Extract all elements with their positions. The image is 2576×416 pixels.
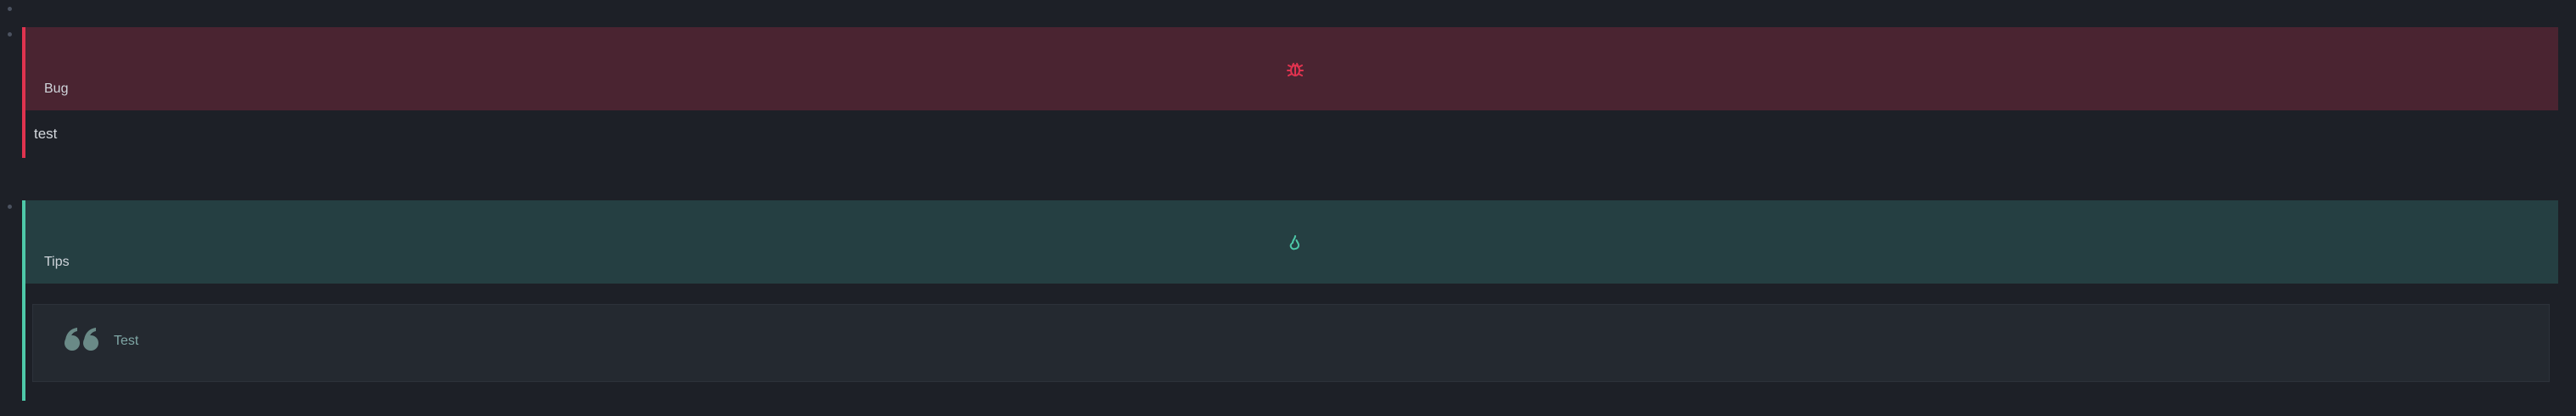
callout-header[interactable]: Tips xyxy=(25,200,2558,284)
callout-title: Tips xyxy=(44,255,70,269)
collapse-handle-top[interactable] xyxy=(8,7,12,11)
collapse-handle-tips[interactable] xyxy=(8,205,12,209)
blockquote: Test xyxy=(32,304,2550,382)
flame-icon xyxy=(1285,233,1305,253)
quote-icon xyxy=(64,327,101,352)
callout-title: Bug xyxy=(44,82,69,96)
bug-icon xyxy=(1285,59,1305,80)
collapse-handle-bug[interactable] xyxy=(8,32,12,37)
quote-text: Test xyxy=(114,334,139,348)
callout-header[interactable]: Bug xyxy=(25,27,2558,110)
callout-content: test xyxy=(34,126,58,142)
tips-callout: Tips Test xyxy=(22,200,2558,401)
bug-callout: Bug test xyxy=(22,27,2558,158)
